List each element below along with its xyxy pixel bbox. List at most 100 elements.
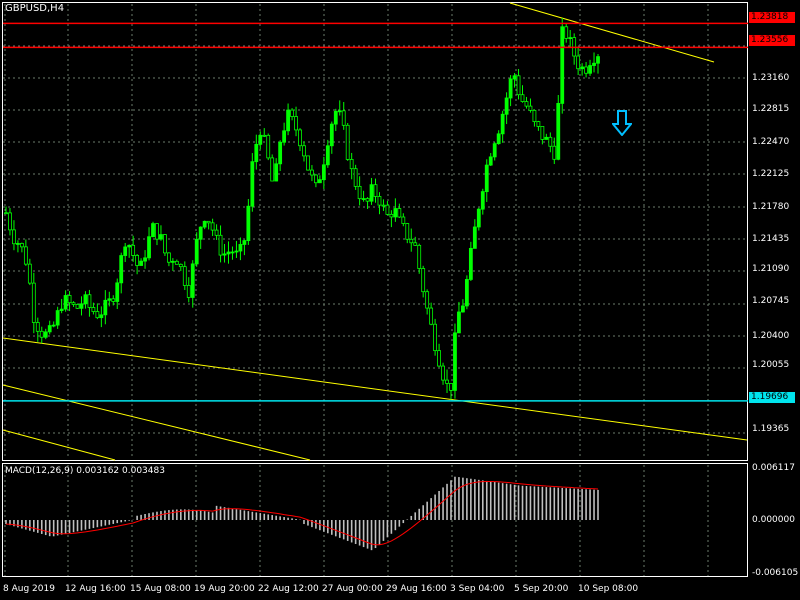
candle-body: [294, 116, 298, 131]
candle-body: [564, 26, 569, 39]
time-label: 12 Aug 16:00: [65, 584, 126, 594]
sell-arrow-icon[interactable]: [612, 110, 632, 136]
candle-body: [337, 110, 342, 113]
trendline-left-2: [2, 429, 116, 461]
candle-body: [568, 37, 573, 39]
candle-body: [111, 298, 116, 302]
candle-body: [556, 103, 561, 160]
candle-body: [496, 133, 501, 145]
candle-body: [214, 229, 219, 236]
candle-body: [12, 229, 16, 245]
candle-body: [198, 226, 203, 240]
candle-body: [4, 212, 8, 215]
candle-body: [242, 240, 247, 245]
candle-body: [437, 350, 441, 367]
candle-body: [91, 307, 96, 312]
candle-body: [190, 263, 195, 298]
candle-body: [87, 294, 92, 308]
time-label: 19 Aug 20:00: [194, 584, 255, 594]
candle-body: [23, 246, 28, 265]
candle-body: [584, 66, 588, 74]
candle-body: [476, 208, 481, 228]
candle-body: [230, 251, 235, 254]
time-label: 29 Aug 16:00: [386, 584, 447, 594]
candle-body: [548, 136, 553, 147]
candle-body: [560, 26, 565, 104]
horizontal-levels[interactable]: [3, 22, 748, 402]
candle-body: [544, 136, 549, 140]
chart-title: GBPUSD,H4: [5, 3, 65, 14]
price-label: 1.22470: [752, 137, 790, 147]
candle-body: [159, 234, 163, 240]
candle-body: [274, 163, 279, 182]
price-label: 1.23160: [752, 73, 790, 83]
candle-body: [27, 263, 32, 284]
candle-body: [238, 244, 243, 252]
candle-body: [480, 191, 485, 210]
candle-body: [115, 282, 120, 302]
candle-body: [151, 223, 155, 238]
candle-body: [234, 250, 239, 253]
candle-body: [139, 260, 143, 266]
time-label: 15 Aug 08:00: [130, 584, 191, 594]
grid-lines: [3, 4, 747, 576]
macd-histogram: [5, 476, 599, 551]
macd-scale-label: -0.006105: [752, 568, 799, 578]
candle-body: [329, 123, 334, 147]
candle-body: [409, 238, 414, 244]
candle-body: [79, 303, 84, 309]
time-label: 22 Aug 12:00: [258, 584, 319, 594]
candle-body: [365, 198, 370, 202]
macd-scale-label: 0.006117: [752, 463, 795, 473]
macd-title: MACD(12,26,9) 0.003162 0.003483: [5, 466, 165, 476]
candle-body: [206, 220, 211, 224]
candle-body: [75, 304, 80, 309]
candle-body: [341, 110, 346, 126]
candle-body: [528, 105, 533, 111]
trendline-upper: [509, 2, 715, 63]
price-label: 1.21435: [752, 234, 790, 244]
cyan-level-tag: 1.19696: [749, 392, 795, 403]
candle-body: [377, 196, 382, 206]
candle-body: [143, 257, 147, 262]
candle-body: [246, 205, 251, 242]
candle-body: [39, 330, 44, 338]
candle-body: [55, 310, 60, 326]
candle-body: [250, 161, 255, 207]
candle-body: [484, 164, 489, 193]
candle-body: [254, 143, 259, 163]
candle-body: [325, 145, 330, 166]
candle-body: [576, 55, 581, 70]
candle-body: [429, 307, 434, 325]
candle-body: [59, 308, 64, 311]
candle-body: [95, 311, 100, 319]
candle-body: [302, 145, 306, 157]
candle-body: [353, 168, 358, 187]
candle-body: [317, 179, 322, 184]
candles: [4, 17, 600, 400]
candle-body: [421, 268, 426, 293]
candle-body: [532, 110, 537, 122]
candle-body: [278, 141, 283, 165]
candle-body: [405, 223, 410, 240]
candle-body: [393, 208, 398, 218]
candle-body: [16, 243, 20, 245]
candle-body: [417, 244, 422, 269]
candle-body: [127, 244, 132, 248]
candle-body: [508, 78, 513, 99]
candle-body: [381, 204, 386, 207]
candle-body: [464, 279, 469, 307]
candle-body: [536, 121, 541, 127]
candle-body: [472, 226, 477, 249]
candle-body: [131, 244, 136, 256]
trendlines[interactable]: [2, 2, 748, 461]
candle-body: [389, 213, 394, 218]
candle-body: [99, 314, 104, 319]
candle-body: [163, 234, 167, 254]
candle-body: [47, 325, 52, 333]
macd-signal-path: [5, 481, 599, 546]
candle-body: [51, 324, 56, 327]
price-chart[interactable]: [0, 0, 800, 600]
candle-body: [552, 145, 557, 160]
candle-body: [202, 220, 207, 228]
